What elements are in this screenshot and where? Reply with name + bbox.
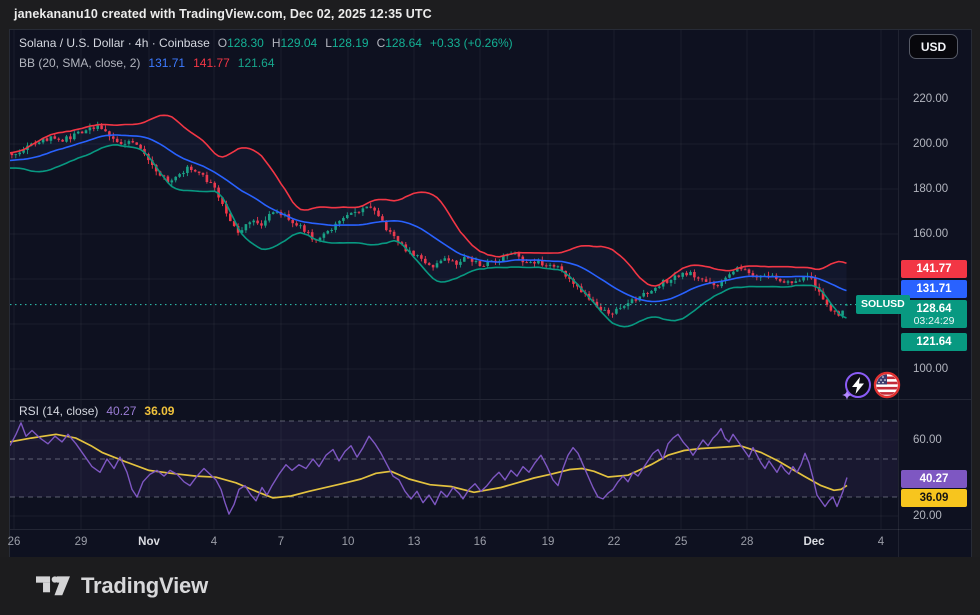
bb-legend-row[interactable]: BB (20, SMA, close, 2) 131.71 141.77 121…	[19, 56, 275, 70]
symbol-price-tag: SOLUSD	[856, 295, 910, 314]
attribution-text: janekananu10 created with TradingView.co…	[14, 7, 432, 21]
time-axis-label: 26	[8, 536, 21, 548]
pane-separator[interactable]	[10, 399, 971, 400]
rsi-pane[interactable]	[10, 400, 898, 529]
time-axis-label: 4	[878, 536, 884, 548]
bb-upper-price-label: 141.77	[901, 260, 967, 278]
price-axis[interactable]: USD 220.00 200.00 180.00 160.00 100.00 60.00 2…	[899, 30, 971, 529]
bb-basis-value: 131.71	[148, 56, 185, 70]
time-axis-label: 7	[278, 536, 284, 548]
rsi-ma-value: 36.09	[144, 404, 174, 418]
price-axis-label: 160.00	[913, 228, 948, 240]
ohlc-low: L128.19	[325, 36, 368, 50]
price-axis-label: 220.00	[913, 93, 948, 105]
time-axis-label: Nov	[138, 536, 160, 548]
bb-indicator-title: BB (20, SMA, close, 2)	[19, 56, 140, 70]
rsi-value-label: 40.27	[901, 470, 967, 488]
price-axis-label: 180.00	[913, 183, 948, 195]
bb-lower-value: 121.64	[238, 56, 275, 70]
rsi-chart[interactable]	[10, 400, 898, 529]
tradingview-logo-icon[interactable]	[36, 575, 70, 597]
rsi-axis-label: 60.00	[913, 434, 942, 446]
price-axis-label: 100.00	[913, 363, 948, 375]
bb-lower-price-label: 121.64	[901, 333, 967, 351]
time-axis-label: 10	[342, 536, 355, 548]
bb-basis-price-label: 131.71	[901, 280, 967, 298]
flash-event-icon	[842, 373, 870, 400]
time-axis-label: 28	[741, 536, 754, 548]
rsi-value: 40.27	[106, 404, 136, 418]
ohlc-high: H129.04	[272, 36, 317, 50]
event-icons[interactable]	[840, 370, 906, 402]
attribution-bar: janekananu10 created with TradingView.co…	[0, 0, 980, 28]
rsi-axis-label: 20.00	[913, 510, 942, 522]
time-axis-label: Dec	[803, 536, 824, 548]
us-flag-event-icon	[875, 373, 899, 397]
time-axis-label: 25	[675, 536, 688, 548]
time-axis-label: 16	[474, 536, 487, 548]
currency-toggle-button[interactable]: USD	[909, 34, 958, 59]
time-axis-label: 22	[608, 536, 621, 548]
footer-bar: TradingView	[0, 557, 980, 615]
price-axis-label: 200.00	[913, 138, 948, 150]
symbol-title: Solana / U.S. Dollar · 4h · Coinbase	[19, 36, 210, 50]
rsi-indicator-title: RSI (14, close)	[19, 404, 98, 418]
price-change: +0.33 (+0.26%)	[430, 36, 513, 50]
symbol-legend-row[interactable]: Solana / U.S. Dollar · 4h · Coinbase O12…	[19, 36, 513, 50]
time-axis-label: 19	[542, 536, 555, 548]
bb-upper-value: 141.77	[193, 56, 230, 70]
time-axis-label: 4	[211, 536, 217, 548]
ohlc-open: O128.30	[218, 36, 264, 50]
time-axis-label: 29	[75, 536, 88, 548]
last-price-label: 128.6403:24:29	[901, 300, 967, 328]
ohlc-close: C128.64	[377, 36, 422, 50]
chart-container[interactable]: Solana / U.S. Dollar · 4h · Coinbase O12…	[9, 29, 972, 558]
main-price-pane[interactable]	[10, 30, 898, 399]
rsi-ma-value-label: 36.09	[901, 489, 967, 507]
candlestick-chart[interactable]	[10, 30, 898, 399]
time-axis[interactable]: 26 29 Nov 4 7 10 13 16 19 22 25 28 Dec 4	[10, 530, 898, 557]
tradingview-logo-text[interactable]: TradingView	[81, 573, 208, 599]
time-axis-label: 13	[408, 536, 421, 548]
rsi-legend-row[interactable]: RSI (14, close) 40.27 36.09	[19, 404, 174, 418]
tradingview-snapshot: janekananu10 created with TradingView.co…	[0, 0, 980, 615]
